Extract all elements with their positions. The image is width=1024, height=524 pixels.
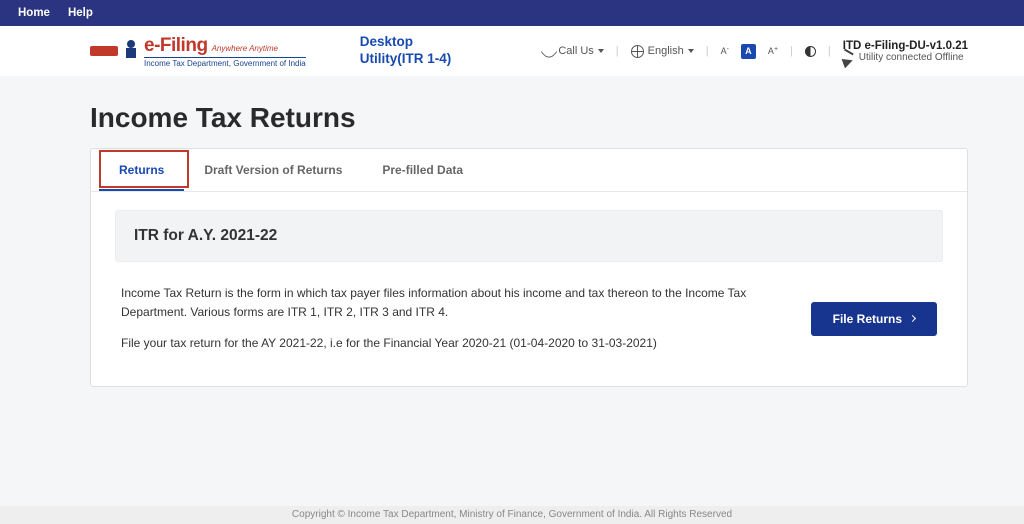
- nav-home[interactable]: Home: [18, 7, 50, 19]
- content-area: Income Tax Returns Returns Draft Version…: [0, 76, 1024, 506]
- itr-desc-p2: File your tax return for the AY 2021-22,…: [121, 334, 787, 353]
- language-dropdown[interactable]: English: [631, 45, 694, 58]
- caret-down-icon: [688, 49, 694, 53]
- itr-panel-body: Income Tax Return is the form in which t…: [115, 262, 943, 362]
- brand-dept: Income Tax Department, Government of Ind…: [144, 57, 306, 68]
- app-title-line1: Desktop: [360, 34, 452, 51]
- version-label: ITD e-Filing-DU-v1.0.21: [843, 40, 968, 52]
- tab-returns[interactable]: Returns: [99, 149, 184, 191]
- tabs-row: Returns Draft Version of Returns Pre-fil…: [91, 149, 967, 192]
- language-label: English: [648, 45, 684, 57]
- globe-icon: [631, 45, 644, 58]
- font-decrease-button[interactable]: A-: [721, 46, 729, 56]
- offline-icon: [843, 52, 855, 62]
- contrast-toggle-icon[interactable]: [805, 46, 816, 57]
- footer: Copyright © Income Tax Department, Minis…: [0, 506, 1024, 524]
- font-normal-button[interactable]: A: [741, 44, 756, 59]
- card-body: ITR for A.Y. 2021-22 Income Tax Return i…: [91, 192, 967, 386]
- itr-panel-header: ITR for A.Y. 2021-22: [115, 210, 943, 262]
- call-us-dropdown[interactable]: Call Us: [543, 45, 603, 57]
- top-nav: Home Help: [0, 0, 1024, 26]
- brand-name: e-Filing: [144, 35, 208, 57]
- itr-description: Income Tax Return is the form in which t…: [121, 284, 787, 354]
- returns-card: Returns Draft Version of Returns Pre-fil…: [90, 148, 968, 387]
- ribbon-icon: [90, 40, 118, 62]
- file-returns-label: File Returns: [833, 312, 902, 326]
- tab-draft-version[interactable]: Draft Version of Returns: [184, 149, 362, 191]
- font-increase-button[interactable]: A+: [768, 46, 778, 56]
- phone-icon: [543, 46, 554, 57]
- itr-desc-p1: Income Tax Return is the form in which t…: [121, 284, 787, 322]
- app-title-line2: Utility(ITR 1-4): [360, 51, 452, 68]
- version-info: ITD e-Filing-DU-v1.0.21 Utility connecte…: [843, 40, 968, 63]
- emblem-icon: [124, 40, 138, 62]
- connection-status: Utility connected Offline: [859, 52, 964, 63]
- logo-block: e-Filing Anywhere Anytime Income Tax Dep…: [90, 35, 306, 68]
- caret-down-icon: [598, 49, 604, 53]
- nav-help[interactable]: Help: [68, 7, 93, 19]
- app-title: Desktop Utility(ITR 1-4): [360, 34, 452, 68]
- header-toolbar: Call Us | English | A- A A+ | | ITD e-Fi…: [543, 40, 968, 63]
- file-returns-button[interactable]: File Returns: [811, 302, 937, 336]
- brand-tagline: Anywhere Anytime: [212, 44, 278, 53]
- itr-panel-title: ITR for A.Y. 2021-22: [134, 227, 924, 245]
- tab-prefilled-data[interactable]: Pre-filled Data: [362, 149, 483, 191]
- page-title: Income Tax Returns: [90, 102, 968, 134]
- chevron-right-icon: [909, 315, 916, 322]
- call-us-label: Call Us: [558, 45, 593, 57]
- app-header: e-Filing Anywhere Anytime Income Tax Dep…: [0, 26, 1024, 76]
